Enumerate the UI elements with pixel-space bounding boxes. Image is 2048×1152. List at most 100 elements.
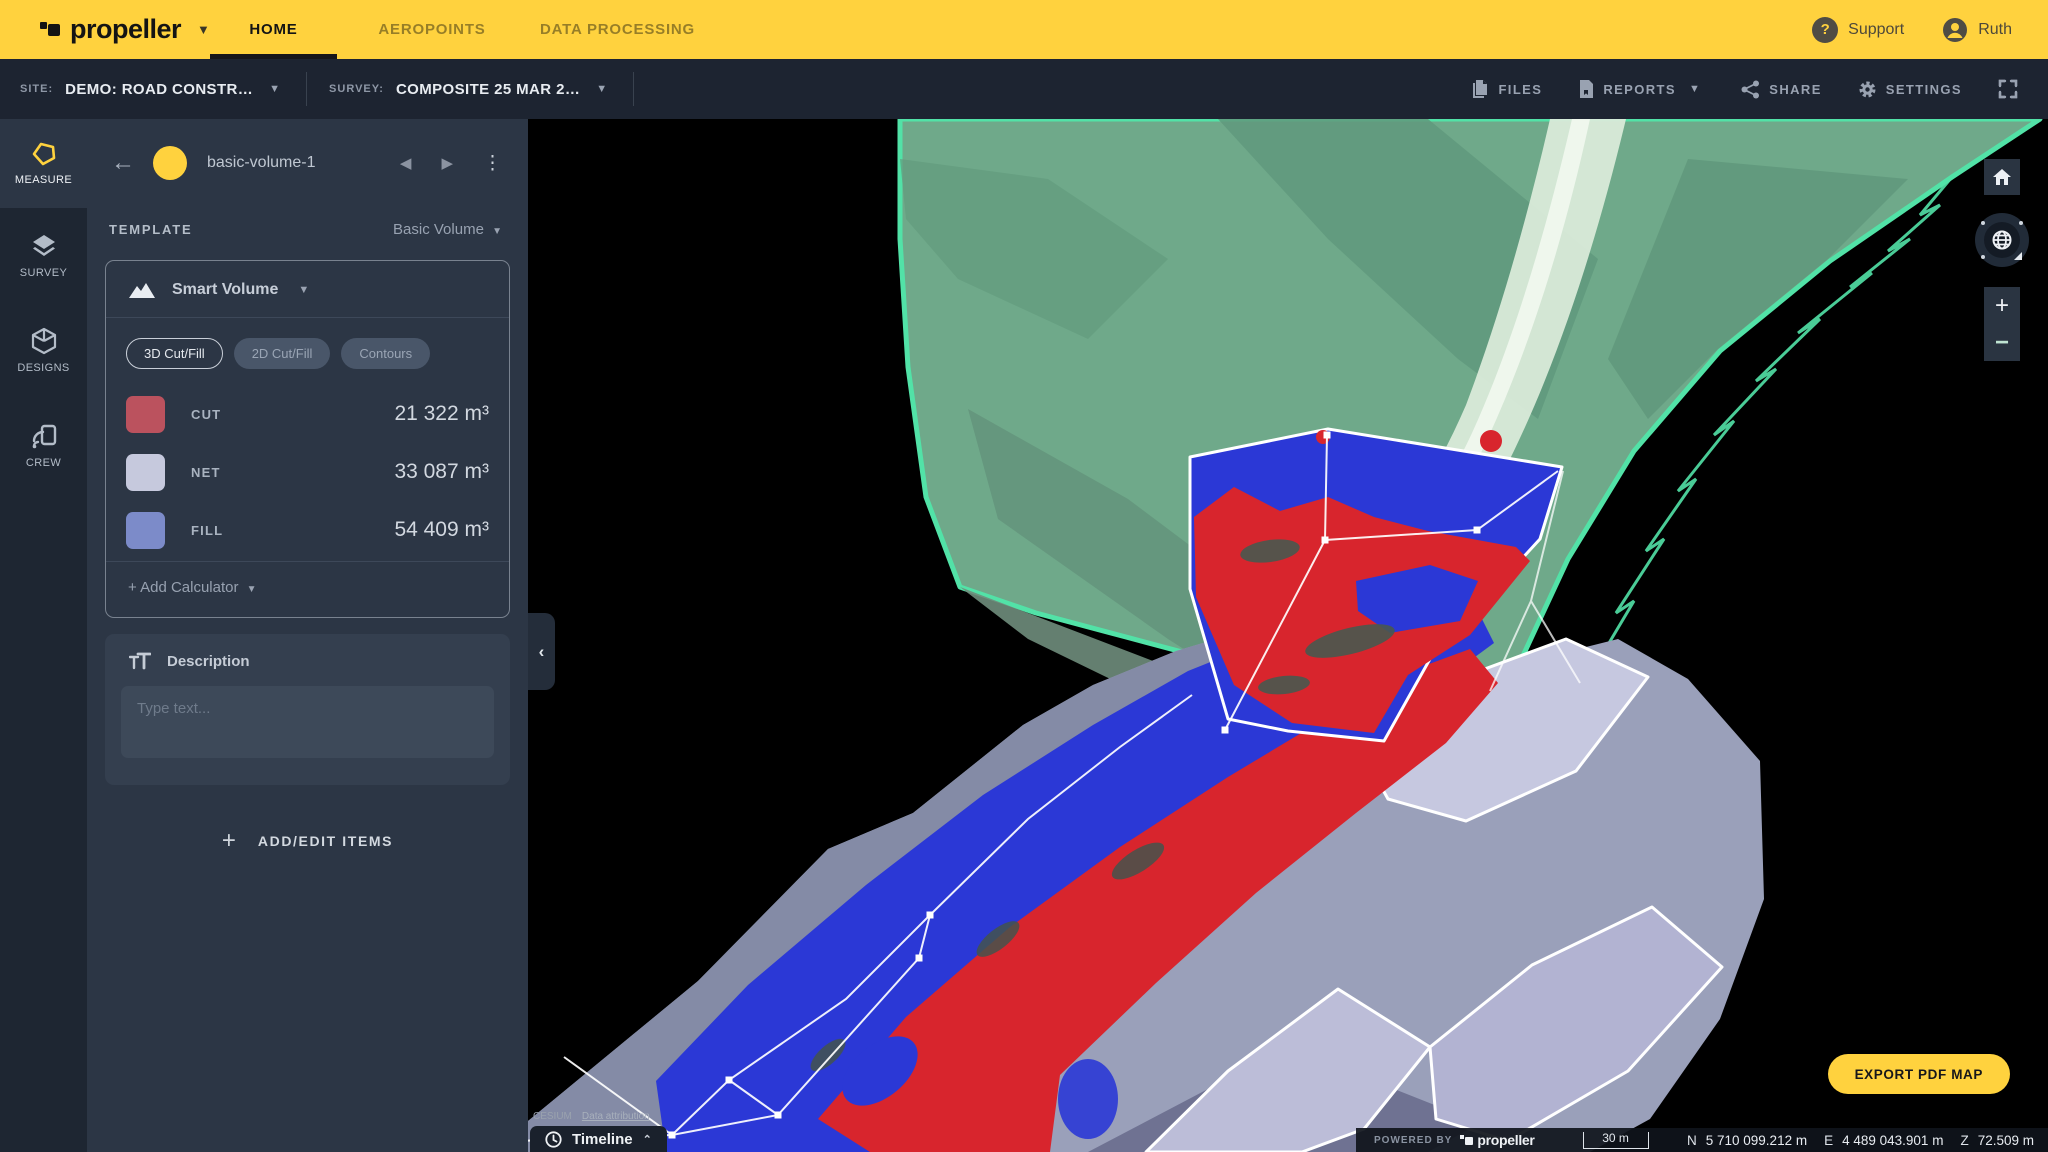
rail-item-crew[interactable]: CREW: [0, 398, 87, 493]
share-icon: [1741, 80, 1760, 99]
rail-item-designs[interactable]: DESIGNS: [0, 303, 87, 398]
support-button[interactable]: ? Support: [1812, 17, 1904, 43]
template-dropdown[interactable]: Basic Volume ▼: [393, 221, 506, 238]
add-calculator-chevron-icon: ▼: [243, 584, 261, 595]
share-label: SHARE: [1769, 82, 1822, 97]
timeline-button[interactable]: Timeline ⌃: [530, 1126, 667, 1152]
template-label: TEMPLATE: [109, 222, 193, 237]
zoom-control: + −: [1984, 287, 2020, 361]
zoom-in-button[interactable]: +: [1995, 294, 2009, 318]
easting-label: E: [1824, 1133, 1833, 1148]
data-attribution-link[interactable]: Data attribution: [582, 1111, 650, 1122]
elevation-value: 72.509 m: [1978, 1133, 2034, 1148]
compass-globe-control[interactable]: [1975, 213, 2029, 267]
survey-chevron-down-icon[interactable]: ▼: [592, 83, 611, 95]
tab-2d-cutfill[interactable]: 2D Cut/Fill: [234, 338, 331, 369]
map-status-bar: POWERED BY propeller 30 m N 5 710 099.21…: [1356, 1128, 2048, 1152]
propeller-mini-logo-icon: [1460, 1134, 1473, 1147]
site-label: SITE:: [20, 83, 53, 95]
compass-tilt-icon: [2014, 252, 2022, 260]
tab-contours-label: Contours: [359, 346, 412, 361]
home-view-button[interactable]: [1984, 159, 2020, 195]
tab-3d-cutfill-label: 3D Cut/Fill: [144, 346, 205, 361]
measure-pentagon-icon: [31, 141, 57, 167]
map-controls: + −: [1984, 159, 2020, 361]
settings-button[interactable]: SETTINGS: [1858, 80, 1962, 99]
tab-2d-cutfill-label: 2D Cut/Fill: [252, 346, 313, 361]
compass-dot: [1981, 221, 1985, 225]
tab-contours[interactable]: Contours: [341, 338, 430, 369]
description-input[interactable]: [121, 686, 494, 758]
measurement-panel: ← basic-volume-1 ◀ ▶ ⋮ TEMPLATE Basic Vo…: [87, 119, 528, 1152]
files-button[interactable]: FILES: [1471, 79, 1542, 99]
elevation-label: Z: [1960, 1133, 1968, 1148]
fullscreen-icon[interactable]: [1998, 79, 2018, 99]
reports-icon: [1578, 79, 1594, 99]
fill-label: FILL: [191, 523, 223, 538]
easting-value: 4 489 043.901 m: [1842, 1133, 1943, 1148]
compass-dot: [2019, 221, 2023, 225]
northing-value: 5 710 099.212 m: [1706, 1133, 1807, 1148]
rail-label-designs: DESIGNS: [17, 362, 69, 374]
add-edit-items-label: ADD/EDIT ITEMS: [258, 833, 393, 849]
more-options-kebab-icon[interactable]: ⋮: [483, 152, 502, 175]
chevron-left-icon: ‹: [539, 642, 545, 662]
add-edit-items-button[interactable]: + ADD/EDIT ITEMS: [87, 827, 528, 855]
template-dropdown-value: Basic Volume: [393, 221, 484, 238]
rail-item-survey[interactable]: SURVEY: [0, 208, 87, 303]
powered-by-label: POWERED BY: [1374, 1135, 1452, 1146]
calculator-chevron-down-icon[interactable]: ▼: [298, 284, 309, 296]
northing-label: N: [1687, 1133, 1697, 1148]
cursor-coordinates: N 5 710 099.212 m E 4 489 043.901 m Z 72…: [1679, 1133, 2034, 1148]
user-name: Ruth: [1978, 21, 2012, 39]
user-avatar-icon: [1942, 17, 1968, 43]
tab-3d-cutfill[interactable]: 3D Cut/Fill: [126, 338, 223, 369]
measurement-color-dot[interactable]: [153, 146, 187, 180]
survey-layers-icon: [30, 232, 58, 260]
map-terrain-3d[interactable]: [528, 119, 2048, 1152]
context-toolbar: SITE: DEMO: ROAD CONSTR… ▼ SURVEY: COMPO…: [0, 59, 2048, 119]
map-viewport[interactable]: ‹ + − CESIUM Data attribution Timeline ⌃…: [528, 119, 2048, 1152]
export-pdf-map-button[interactable]: EXPORT PDF MAP: [1828, 1054, 2010, 1094]
tab-data-processing[interactable]: DATA PROCESSING: [520, 0, 715, 59]
chevron-up-icon: ⌃: [643, 1133, 652, 1146]
cesium-label: CESIUM: [533, 1111, 572, 1122]
clock-icon: [545, 1131, 562, 1148]
fill-color-swatch: [126, 512, 165, 549]
net-row: NET 33 087 m³: [126, 443, 489, 501]
plus-icon: +: [222, 827, 236, 855]
settings-label: SETTINGS: [1886, 82, 1962, 97]
zoom-out-button[interactable]: −: [1995, 331, 2009, 355]
tab-data-processing-label: DATA PROCESSING: [540, 21, 695, 38]
panel-collapse-handle[interactable]: ‹: [528, 613, 555, 690]
reports-label: REPORTS: [1603, 82, 1676, 97]
site-dropdown-value[interactable]: DEMO: ROAD CONSTR…: [65, 81, 253, 98]
map-scale-bar: 30 m: [1583, 1132, 1649, 1149]
add-calculator-button[interactable]: + Add Calculator ▼: [128, 579, 261, 596]
tab-home[interactable]: HOME: [210, 0, 337, 59]
top-app-bar: propeller ▼ HOME AEROPOINTS DATA PROCESS…: [0, 0, 2048, 59]
share-button[interactable]: SHARE: [1741, 80, 1822, 99]
propeller-logo[interactable]: propeller ▼: [40, 0, 210, 59]
reports-button[interactable]: REPORTS ▼: [1578, 79, 1705, 99]
rail-item-measure[interactable]: MEASURE: [0, 119, 87, 208]
rail-label-measure: MEASURE: [15, 174, 72, 186]
net-label: NET: [191, 465, 221, 480]
tab-aeropoints[interactable]: AEROPOINTS: [352, 0, 512, 59]
previous-measurement-icon[interactable]: ◀: [392, 154, 420, 172]
powered-by-brand: propeller: [1477, 1132, 1534, 1148]
left-tool-rail: MEASURE SURVEY DESIGNS CREW: [0, 119, 87, 1152]
site-chevron-down-icon[interactable]: ▼: [265, 83, 284, 95]
files-icon: [1471, 79, 1489, 99]
map-scale-label: 30 m: [1602, 1131, 1629, 1145]
globe-icon: [1991, 229, 2013, 251]
next-measurement-icon[interactable]: ▶: [433, 154, 461, 172]
description-card: Description: [105, 634, 510, 785]
logo-chevron-down-icon[interactable]: ▼: [197, 22, 210, 37]
user-menu[interactable]: Ruth: [1942, 17, 2012, 43]
rail-label-crew: CREW: [26, 457, 61, 469]
survey-dropdown-value[interactable]: COMPOSITE 25 MAR 2…: [396, 81, 580, 98]
propeller-logo-text: propeller: [70, 14, 181, 45]
propeller-logo-icon: [40, 20, 60, 40]
back-arrow-icon[interactable]: ←: [111, 149, 135, 177]
